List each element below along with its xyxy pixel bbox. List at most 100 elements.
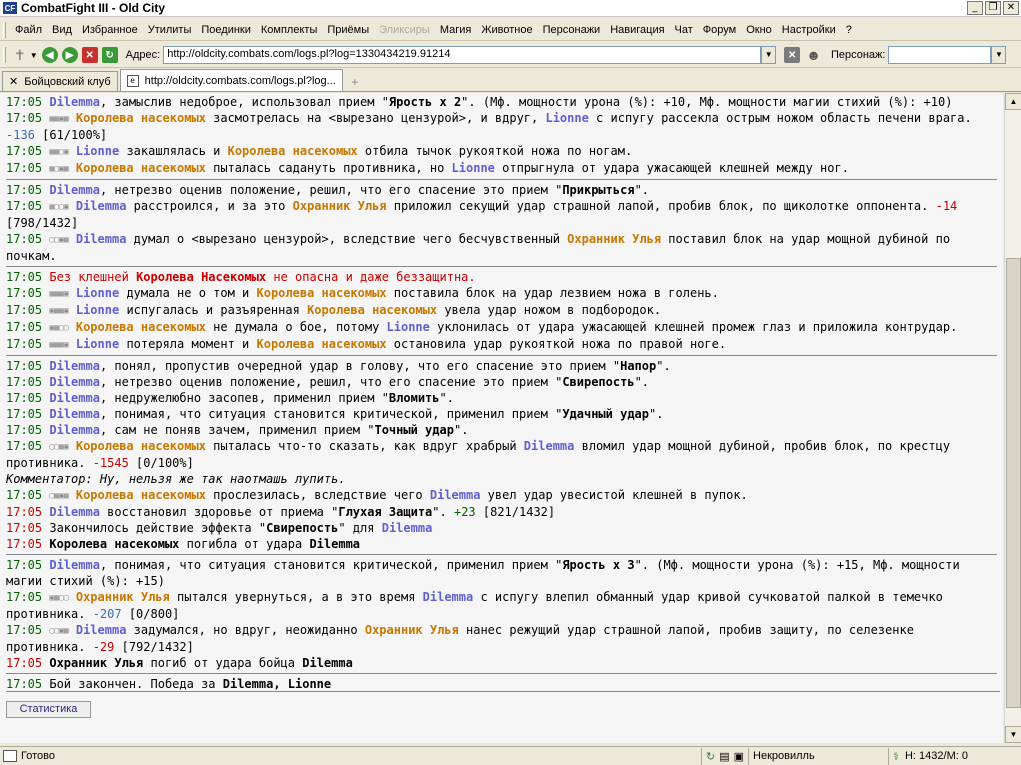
- menu-sets[interactable]: Комплекты: [256, 24, 322, 36]
- turn-separator: [6, 266, 997, 267]
- persona-dropdown-button[interactable]: ▼: [991, 46, 1007, 64]
- log-line: 17:05 Dilemma, недружелюбно засопев, при…: [6, 391, 454, 405]
- log-line: 17:05 ▦▢▢▣ Dilemma расстроился, и за это…: [6, 199, 958, 230]
- log-line: 17:05 Охранник Улья погиб от удара бойца…: [6, 656, 353, 670]
- persona-select[interactable]: [888, 46, 992, 64]
- hp-section: ⚕ Н: 1432/М: 0: [888, 747, 972, 765]
- block-indicator-icon: ▦▦▦▣: [49, 340, 69, 349]
- close-button[interactable]: ✕: [1003, 1, 1019, 15]
- persona-label: Персонаж:: [830, 49, 886, 61]
- statistics-button[interactable]: Статистика: [6, 701, 91, 718]
- app-icon: CF: [3, 2, 17, 14]
- tab-log[interactable]: e http://oldcity.combats.com/logs.pl?log…: [119, 69, 343, 91]
- log-line: 17:05 Королева насекомых погибла от удар…: [6, 537, 361, 551]
- tab-label: http://oldcity.combats.com/logs.pl?log..…: [144, 74, 336, 87]
- menu-navigation[interactable]: Навигация: [605, 24, 669, 36]
- log-line: 17:05 Dilemma, нетрезво оценив положение…: [6, 375, 650, 389]
- log-line: 17:05 ▦▦▦▣ Lionne думала не о том и Коро…: [6, 286, 719, 300]
- status-text: Готово: [21, 750, 55, 762]
- log-line: 17:05 ▢▦▣▦ Королева насекомых прослезила…: [6, 488, 748, 502]
- menu-elixirs[interactable]: Эликсиры: [374, 24, 435, 36]
- block-indicator-icon: ▢▦▣▦: [49, 491, 69, 500]
- page-status-icon: [3, 750, 17, 762]
- refresh-status-icon[interactable]: ↻: [706, 750, 715, 763]
- block-indicator-icon: ▣▦▢▢: [49, 593, 69, 602]
- tab-bar: ✕ Бойцовский клуб e http://oldcity.comba…: [0, 69, 1021, 92]
- restore-button[interactable]: ❐: [985, 1, 1001, 15]
- status-tools: ↻ ▤ ▣: [701, 747, 748, 765]
- stop-icon[interactable]: ✕: [81, 47, 98, 63]
- tab-fight-club[interactable]: ✕ Бойцовский клуб: [2, 71, 118, 91]
- log-line: 17:05 Закончилось действие эффекта "Свир…: [6, 521, 433, 535]
- toolbar-grip[interactable]: [3, 21, 6, 38]
- page-status-icon[interactable]: ▤: [719, 750, 729, 763]
- menu-window[interactable]: Окно: [741, 24, 777, 36]
- log-line: 17:05 ▣▦▢▢ Королева насекомых не думала …: [6, 320, 958, 334]
- back-icon[interactable]: ◀: [41, 47, 58, 63]
- toolbar-grip[interactable]: [3, 47, 6, 63]
- log-line: 17:05 ▦▦▢▣ Lionne закашлялась и Королева…: [6, 144, 633, 158]
- scroll-down-arrow-icon[interactable]: ▼: [1005, 726, 1021, 743]
- tab-label: Бойцовский клуб: [24, 75, 111, 88]
- pin-icon[interactable]: ✝: [14, 47, 26, 64]
- forward-icon[interactable]: ▶: [61, 47, 78, 63]
- block-indicator-icon: ▦▦▣▦: [49, 114, 69, 123]
- block-indicator-icon: ▢▢▦▣: [49, 442, 69, 451]
- log-line: 17:05 ▣▦▢▢ Охранник Улья пытался увернут…: [6, 590, 943, 621]
- minimize-button[interactable]: _: [967, 1, 983, 15]
- lock-icon[interactable]: ▣: [734, 750, 744, 763]
- menu-fights[interactable]: Поединки: [196, 24, 256, 36]
- log-line: 17:05 ▢▢▣▦ Dilemma думал о <вырезано цен…: [6, 232, 951, 263]
- close-tab-icon[interactable]: ✕: [9, 75, 18, 88]
- log-line: 17:05 Dilemma, нетрезво оценив положение…: [6, 183, 650, 197]
- vertical-scrollbar[interactable]: ▲ ▼: [1004, 93, 1021, 743]
- menu-file[interactable]: Файл: [10, 24, 47, 36]
- block-indicator-icon: ▢▢▣▦: [49, 626, 69, 635]
- block-indicator-icon: ▣▦▦▣: [49, 306, 69, 315]
- log-line: 17:05 Dilemma, замыслив недоброе, исполь…: [6, 95, 953, 109]
- turn-separator: [6, 355, 997, 356]
- menu-forum[interactable]: Форум: [698, 24, 741, 36]
- page-icon: e: [126, 74, 139, 87]
- log-line: 17:05 Dilemma, понимая, что ситуация ста…: [6, 407, 664, 421]
- menu-skills[interactable]: Приёмы: [322, 24, 374, 36]
- menu-chat[interactable]: Чат: [670, 24, 698, 36]
- menu-magic[interactable]: Магия: [435, 24, 477, 36]
- menu-help[interactable]: ?: [841, 24, 857, 36]
- address-dropdown-button[interactable]: ▼: [761, 46, 777, 64]
- block-indicator-icon: ▦▢▣▦: [49, 164, 69, 173]
- turn-separator: [6, 554, 997, 555]
- location-section: Некровилль: [748, 747, 888, 765]
- log-line: 17:05 Бой закончен. Победа за Dilemma, L…: [6, 677, 332, 691]
- log-line: 17:05 ▢▢▣▦ Dilemma задумался, но вдруг, …: [6, 623, 914, 654]
- log-line: 17:05 Dilemma, понимая, что ситуация ста…: [6, 558, 960, 588]
- window-title: CombatFight III - Old City: [21, 1, 165, 15]
- new-tab-button[interactable]: +: [346, 73, 364, 91]
- clear-icon[interactable]: ✕: [784, 47, 801, 63]
- menu-favorites[interactable]: Избранное: [77, 24, 143, 36]
- block-indicator-icon: ▦▦▢▣: [49, 147, 69, 156]
- scroll-up-arrow-icon[interactable]: ▲: [1005, 93, 1021, 110]
- menu-view[interactable]: Вид: [47, 24, 77, 36]
- bottom-separator: [6, 691, 1000, 692]
- menu-animal[interactable]: Животное: [476, 24, 537, 36]
- log-content: 17:05 Dilemma, замыслив недоброе, исполь…: [0, 93, 1003, 743]
- location-text: Некровилль: [753, 750, 815, 762]
- log-line: 17:05 Dilemma, понял, пропустив очередно…: [6, 359, 671, 373]
- menu-characters[interactable]: Персонажи: [538, 24, 606, 36]
- menu-bar: Файл Вид Избранное Утилиты Поединки Комп…: [0, 19, 1021, 41]
- menu-settings[interactable]: Настройки: [777, 24, 841, 36]
- address-toolbar: ✝ ▼ ◀ ▶ ✕ ↻ Адрес: http://oldcity.combat…: [0, 43, 1021, 68]
- scroll-thumb[interactable]: [1006, 258, 1021, 708]
- health-icon: ⚕: [893, 750, 899, 763]
- block-indicator-icon: ▦▦▦▣: [49, 289, 69, 298]
- log-line: 17:05 Без клешней Королева Насекомых не …: [6, 270, 476, 284]
- people-icon[interactable]: ☻: [806, 47, 821, 63]
- turn-separator: [6, 179, 997, 180]
- refresh-icon[interactable]: ↻: [101, 47, 118, 63]
- log-line: 17:05 ▣▦▦▣ Lionne испугалась и разъяренн…: [6, 303, 662, 317]
- dropdown-arrow-icon[interactable]: ▼: [30, 51, 38, 60]
- address-input[interactable]: http://oldcity.combats.com/logs.pl?log=1…: [163, 46, 762, 64]
- turn-separator: [6, 673, 997, 674]
- menu-utilities[interactable]: Утилиты: [143, 24, 197, 36]
